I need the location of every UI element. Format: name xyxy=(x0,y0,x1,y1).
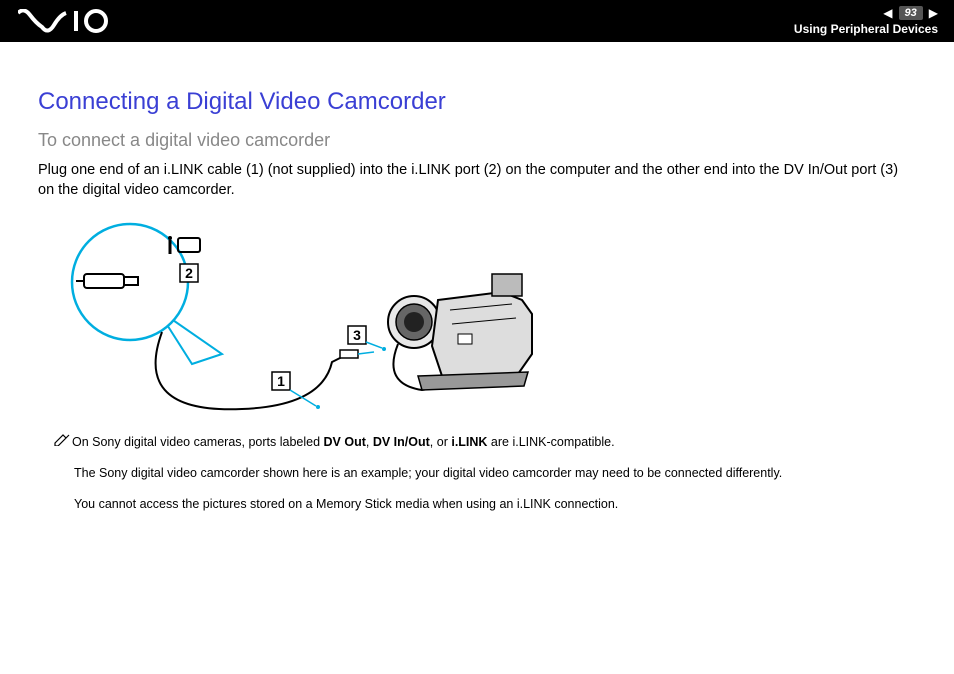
callout-2: 2 xyxy=(185,265,193,281)
page-title: Connecting a Digital Video Camcorder xyxy=(38,88,916,116)
page-content: Connecting a Digital Video Camcorder To … xyxy=(0,42,954,513)
connection-diagram: 2 1 3 xyxy=(62,214,582,424)
callout-3: 3 xyxy=(353,327,361,343)
section-title: Using Peripheral Devices xyxy=(794,22,938,36)
instruction-text: Plug one end of an i.LINK cable (1) (not… xyxy=(38,161,916,200)
header-bar: ◀ 93 ▶ Using Peripheral Devices xyxy=(0,0,954,42)
note-3: You cannot access the pictures stored on… xyxy=(74,496,916,513)
page-number: 93 xyxy=(899,6,923,20)
prev-page-arrow[interactable]: ◀ xyxy=(883,6,892,20)
note-2: The Sony digital video camcorder shown h… xyxy=(74,465,916,482)
page-subtitle: To connect a digital video camcorder xyxy=(38,130,916,151)
callout-1: 1 xyxy=(277,373,285,389)
note-icon xyxy=(54,434,70,451)
vaio-logo xyxy=(18,9,128,33)
next-page-arrow[interactable]: ▶ xyxy=(929,6,938,20)
notes-block: On Sony digital video cameras, ports lab… xyxy=(74,434,916,513)
note-1: On Sony digital video cameras, ports lab… xyxy=(74,434,916,451)
camcorder-icon xyxy=(388,274,532,390)
page-navigation: ◀ 93 ▶ xyxy=(883,6,938,20)
header-right: ◀ 93 ▶ Using Peripheral Devices xyxy=(794,6,938,36)
